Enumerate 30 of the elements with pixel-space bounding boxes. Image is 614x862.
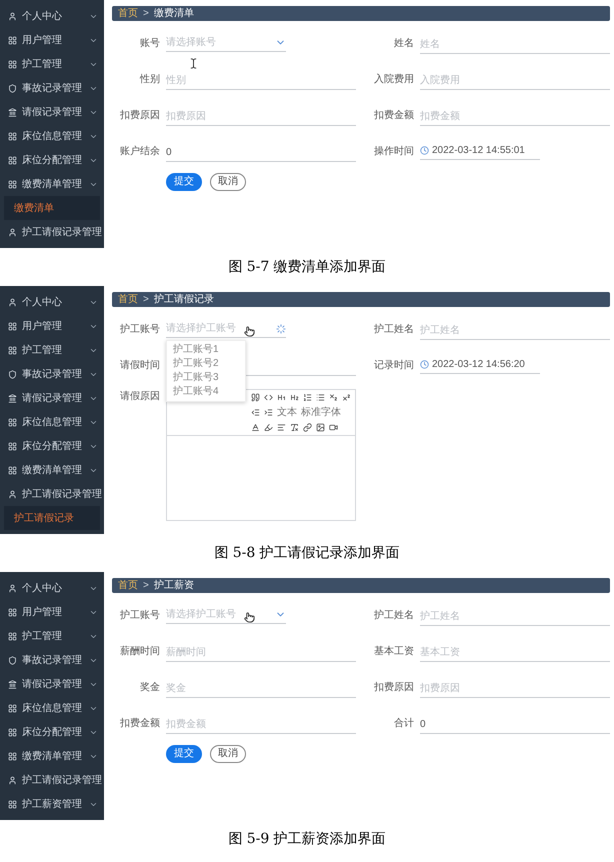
- field-label: 操作时间: [373, 144, 414, 158]
- breadcrumb-current: 护工请假记录: [154, 294, 214, 304]
- field-label: 护工姓名: [373, 608, 414, 622]
- breadcrumb-separator: >: [143, 580, 149, 590]
- field-label: 性别: [138, 72, 160, 86]
- field-label: 扣费金额: [119, 716, 160, 730]
- field-label: 合计: [393, 716, 414, 730]
- field-label: 账户结余: [119, 144, 160, 158]
- field-label: 基本工资: [373, 644, 414, 658]
- field-label: 护工姓名: [373, 322, 414, 336]
- breadcrumb-current: 缴费清单: [154, 8, 194, 18]
- figure-caption: 图 5-9 护工薪资添加界面: [228, 830, 386, 848]
- field-label: 账号: [139, 36, 160, 50]
- field-label: 薪酬时间: [119, 644, 160, 658]
- figure-caption: 图 5-7 缴费清单添加界面: [228, 258, 386, 276]
- field-label: 护工账号: [119, 608, 160, 622]
- figure-caption: 图 5-8 护工请假记录添加界面: [214, 544, 400, 562]
- field-label: 扣费金额: [373, 108, 414, 122]
- field-label: 护工账号: [119, 322, 160, 336]
- field-label: 请假时间: [119, 358, 160, 372]
- field-label: 扣费原因: [373, 680, 414, 694]
- breadcrumb-separator: >: [143, 294, 149, 304]
- field-label: 请假原因: [119, 390, 160, 404]
- field-label: 扣费原因: [119, 108, 160, 122]
- breadcrumb-separator: >: [143, 8, 149, 18]
- field-label: 记录时间: [373, 358, 414, 372]
- breadcrumb-current: 护工薪资: [154, 580, 194, 590]
- field-label: 奖金: [139, 680, 160, 694]
- field-label: 入院费用: [373, 72, 414, 86]
- field-label: 姓名: [393, 36, 414, 50]
